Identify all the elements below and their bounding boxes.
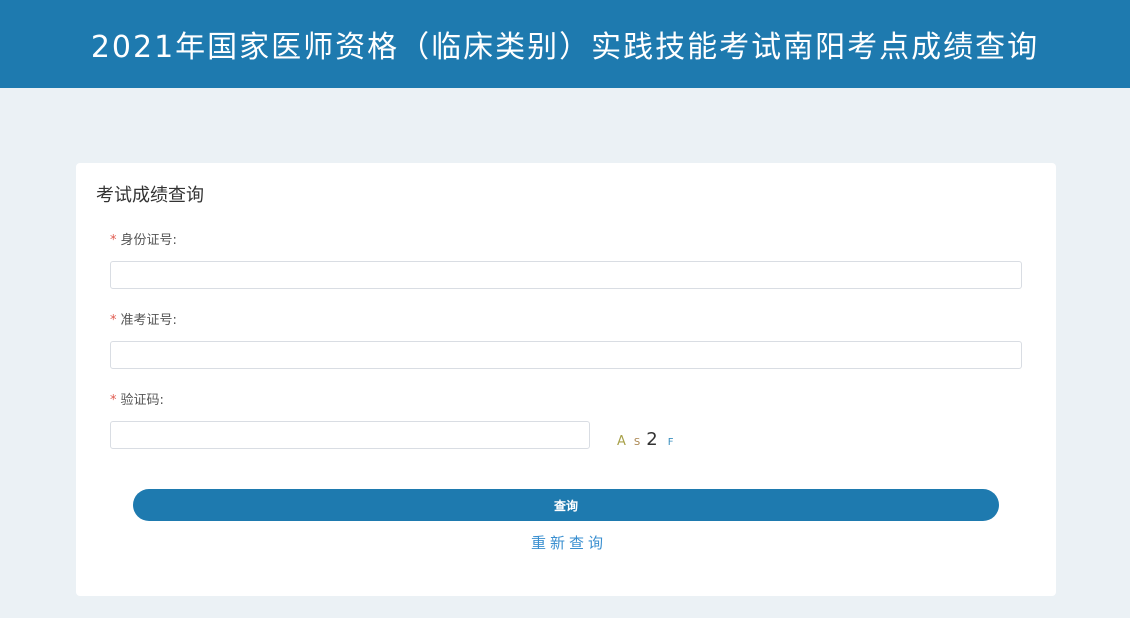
required-mark: * xyxy=(110,313,117,328)
id-card-input[interactable] xyxy=(110,261,1022,289)
page-header: 2021年国家医师资格（临床类别）实践技能考试南阳考点成绩查询 xyxy=(0,0,1130,88)
captcha-input[interactable] xyxy=(110,421,590,449)
reset-query-link[interactable]: 重新查询 xyxy=(76,532,1062,553)
score-query-card: 考试成绩查询 * 身份证号: * 准考证号: * 验证码: A S 2 F 查询 重新… xyxy=(76,163,1056,596)
admission-no-label: * 准考证号: xyxy=(110,309,177,328)
captcha-label: * 验证码: xyxy=(110,389,164,408)
captcha-label-text: 验证码: xyxy=(120,393,164,408)
id-card-label-text: 身份证号: xyxy=(120,233,177,248)
captcha-char: 2 xyxy=(646,429,658,450)
required-mark: * xyxy=(110,233,117,248)
required-mark: * xyxy=(110,393,117,408)
captcha-image[interactable]: A S 2 F xyxy=(617,429,674,450)
id-card-label: * 身份证号: xyxy=(110,229,177,248)
card-title: 考试成绩查询 xyxy=(96,185,204,206)
captcha-char: F xyxy=(667,437,674,448)
page-title: 2021年国家医师资格（临床类别）实践技能考试南阳考点成绩查询 xyxy=(90,30,1040,65)
captcha-char: A xyxy=(617,434,626,449)
admission-no-input[interactable] xyxy=(110,341,1022,369)
admission-no-label-text: 准考证号: xyxy=(120,313,177,328)
captcha-char: S xyxy=(633,437,641,448)
query-button[interactable]: 查询 xyxy=(133,489,999,521)
